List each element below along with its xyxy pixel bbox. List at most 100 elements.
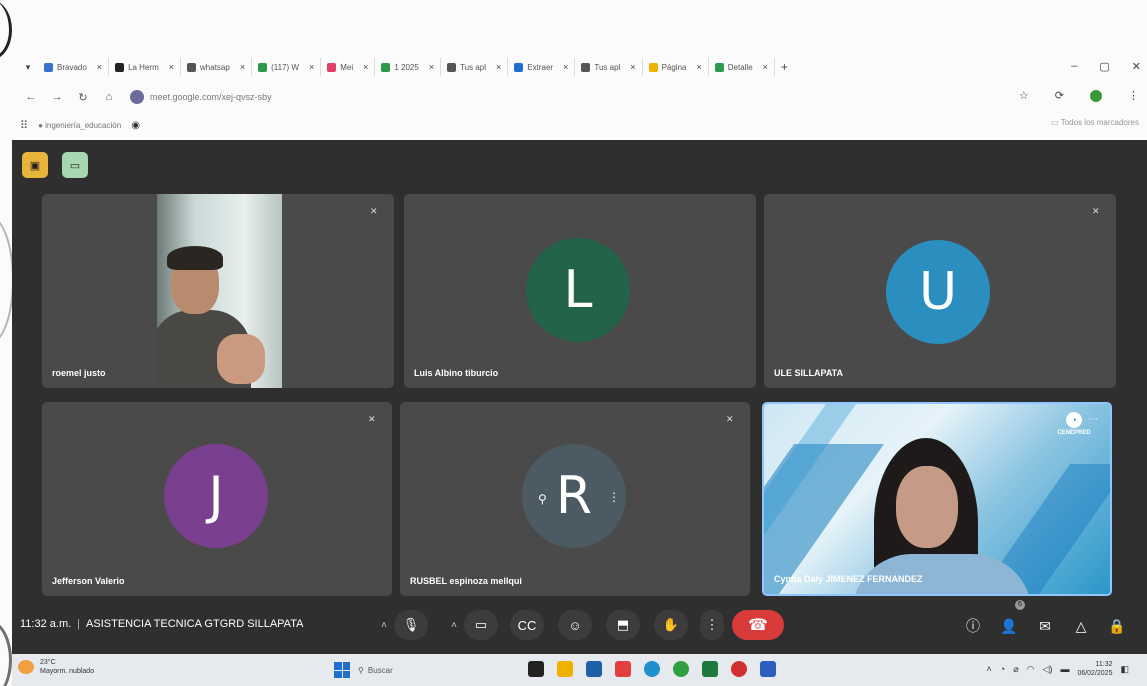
end-call-button[interactable]: ☎ [732,610,784,640]
url-field[interactable]: meet.google.com/xej-qvsz-sby [150,92,272,102]
weather-widget[interactable]: 23°C Mayorm. nublado [18,658,94,676]
app-icon[interactable] [615,661,631,677]
participant-tile[interactable]: J ✕ Jefferson Valerio [42,402,392,596]
minimize-icon[interactable]: – [1071,60,1077,73]
home-icon[interactable]: ⌂ [96,91,122,103]
tab-label: (117) W [271,62,299,72]
participant-tile[interactable]: R ⚲ ⋮ ✕ RUSBEL espinoza mellqui [400,402,750,596]
tab-search-icon[interactable]: ▾ [18,62,38,73]
system-tray: ˄ ◔ ⌀ ◠ ◁) ▬ 11:32 06/02/2025 ◧ [987,660,1129,678]
layout-icon[interactable]: ▭ [62,152,88,178]
clock[interactable]: 11:32 06/02/2025 [1077,660,1112,678]
notification-icon[interactable]: ◧ [1120,664,1129,675]
close-window-icon[interactable]: ✕ [1132,60,1141,73]
camera-options-chevron-icon[interactable]: ˄ [446,610,462,640]
participant-tile[interactable]: U ✕ ULE SILLAPATA [764,194,1116,388]
menu-dots-icon[interactable]: ⋮ [1128,89,1139,102]
tab-favicon-icon [648,62,658,72]
globe-icon[interactable]: ◉ [131,120,140,131]
tab-close-icon[interactable]: × [97,62,102,72]
browser-tab[interactable]: Extraer × [508,58,576,76]
reload-icon[interactable]: ↻ [70,91,96,104]
meeting-info: 11:32 a.m. | ASISTENCIA TECNICA GTGRD SILL… [20,618,304,630]
browser-tab[interactable]: (117) W × [252,58,322,76]
browser-tab[interactable]: Tus apl × [441,58,509,76]
participant-tile[interactable]: L Luis Albino tiburcio [404,194,756,388]
app-icon[interactable] [586,661,602,677]
participant-tile[interactable]: ◔ CENEPRED ⋯ Cyntia Daly JIMENEZ FERNAND… [762,402,1112,596]
microphone-icon[interactable]: 🎙 [394,610,428,640]
windows-taskbar: 23°C Mayorm. nublado ⚲ Buscar ˄ ◔ ⌀ ◠ ◁) [12,654,1147,686]
people-icon[interactable]: 👤 [998,615,1020,637]
search-icon: ⚲ [358,665,364,675]
more-options-icon[interactable]: ⋮ [700,610,724,640]
browser-tab[interactable]: Tus apl × [575,58,643,76]
pin-icon[interactable]: ⚲ [538,492,547,506]
participant-avatar: U [886,240,990,344]
battery-icon[interactable]: ▬ [1060,664,1069,674]
app-icon[interactable] [731,661,747,677]
raise-hand-icon[interactable]: ✋ [654,610,688,640]
word-icon[interactable] [760,661,776,677]
weather-temp: 23°C [40,659,56,666]
browser-tab[interactable]: Bravado × [38,58,110,76]
participant-tile[interactable]: ✕ roemel justo [42,194,394,388]
person-face [896,466,958,548]
extensions-icon[interactable]: ⟳ [1055,89,1064,102]
new-tab-button[interactable]: + [781,60,788,74]
maximize-icon[interactable]: ▢ [1099,60,1109,73]
tab-close-icon[interactable]: × [169,62,174,72]
weather-desc: Mayorm. nublado [40,668,95,675]
apps-grid-icon[interactable]: ⠿ [20,119,28,132]
app-icon[interactable] [528,661,544,677]
tab-close-icon[interactable]: × [763,62,768,72]
mic-options-chevron-icon[interactable]: ˄ [376,610,392,640]
bookmark-star-icon[interactable]: ☆ [1019,89,1029,102]
tab-close-icon[interactable]: × [240,62,245,72]
bookmark-item[interactable]: ● ingeniería_educación [38,121,121,130]
browser-tab[interactable]: Mei × [321,58,376,76]
host-lock-icon[interactable]: 🔒 [1106,615,1128,637]
volume-icon[interactable]: ◁) [1043,664,1053,675]
activities-icon[interactable]: △ [1070,615,1092,637]
excel-icon[interactable] [702,661,718,677]
participant-avatar: L [526,238,630,342]
site-info-icon[interactable] [130,90,144,104]
emoji-icon[interactable]: ☺ [558,610,592,640]
browser-tab[interactable]: Página × [643,58,709,76]
profile-avatar-icon[interactable] [1090,89,1102,102]
tray-chevron-icon[interactable]: ˄ [987,664,992,674]
network-icon[interactable]: ◔ [1000,664,1005,674]
more-options-icon[interactable]: ⋯ [1088,414,1098,425]
tab-close-icon[interactable]: × [563,62,568,72]
forward-icon[interactable]: → [44,91,70,103]
all-bookmarks[interactable]: ▭ Todos los marcadores [1051,118,1139,127]
avatar-initial: R [555,466,593,526]
browser-tab[interactable]: La Herm × [109,58,182,76]
start-icon[interactable] [334,662,350,678]
tab-close-icon[interactable]: × [496,62,501,72]
tab-close-icon[interactable]: × [363,62,368,72]
present-screen-icon[interactable]: ⬒ [606,610,640,640]
edge-icon[interactable] [644,661,660,677]
browser-tab[interactable]: 1 2025 × [375,58,442,76]
file-explorer-icon[interactable] [557,661,573,677]
chat-icon[interactable]: ✉ [1034,615,1056,637]
taskbar-search[interactable]: ⚲ Buscar [358,660,414,680]
tab-favicon-icon [714,62,724,72]
tab-close-icon[interactable]: × [630,62,635,72]
more-options-icon[interactable]: ⋮ [608,490,620,504]
camera-icon[interactable]: ▭ [464,610,498,640]
tab-close-icon[interactable]: × [696,62,701,72]
tab-close-icon[interactable]: × [309,62,314,72]
back-icon[interactable]: ← [18,91,44,103]
host-controls-icon[interactable]: ▣ [22,152,48,178]
browser-tab[interactable]: Detalle × [709,58,775,76]
wifi-icon[interactable]: ◠ [1027,664,1035,675]
chrome-icon[interactable] [673,661,689,677]
meeting-details-icon[interactable]: ⓘ [962,615,984,637]
browser-tab[interactable]: whatsap × [181,58,253,76]
captions-icon[interactable]: CC [510,610,544,640]
pen-icon[interactable]: ⌀ [1013,664,1018,675]
tab-close-icon[interactable]: × [429,62,434,72]
